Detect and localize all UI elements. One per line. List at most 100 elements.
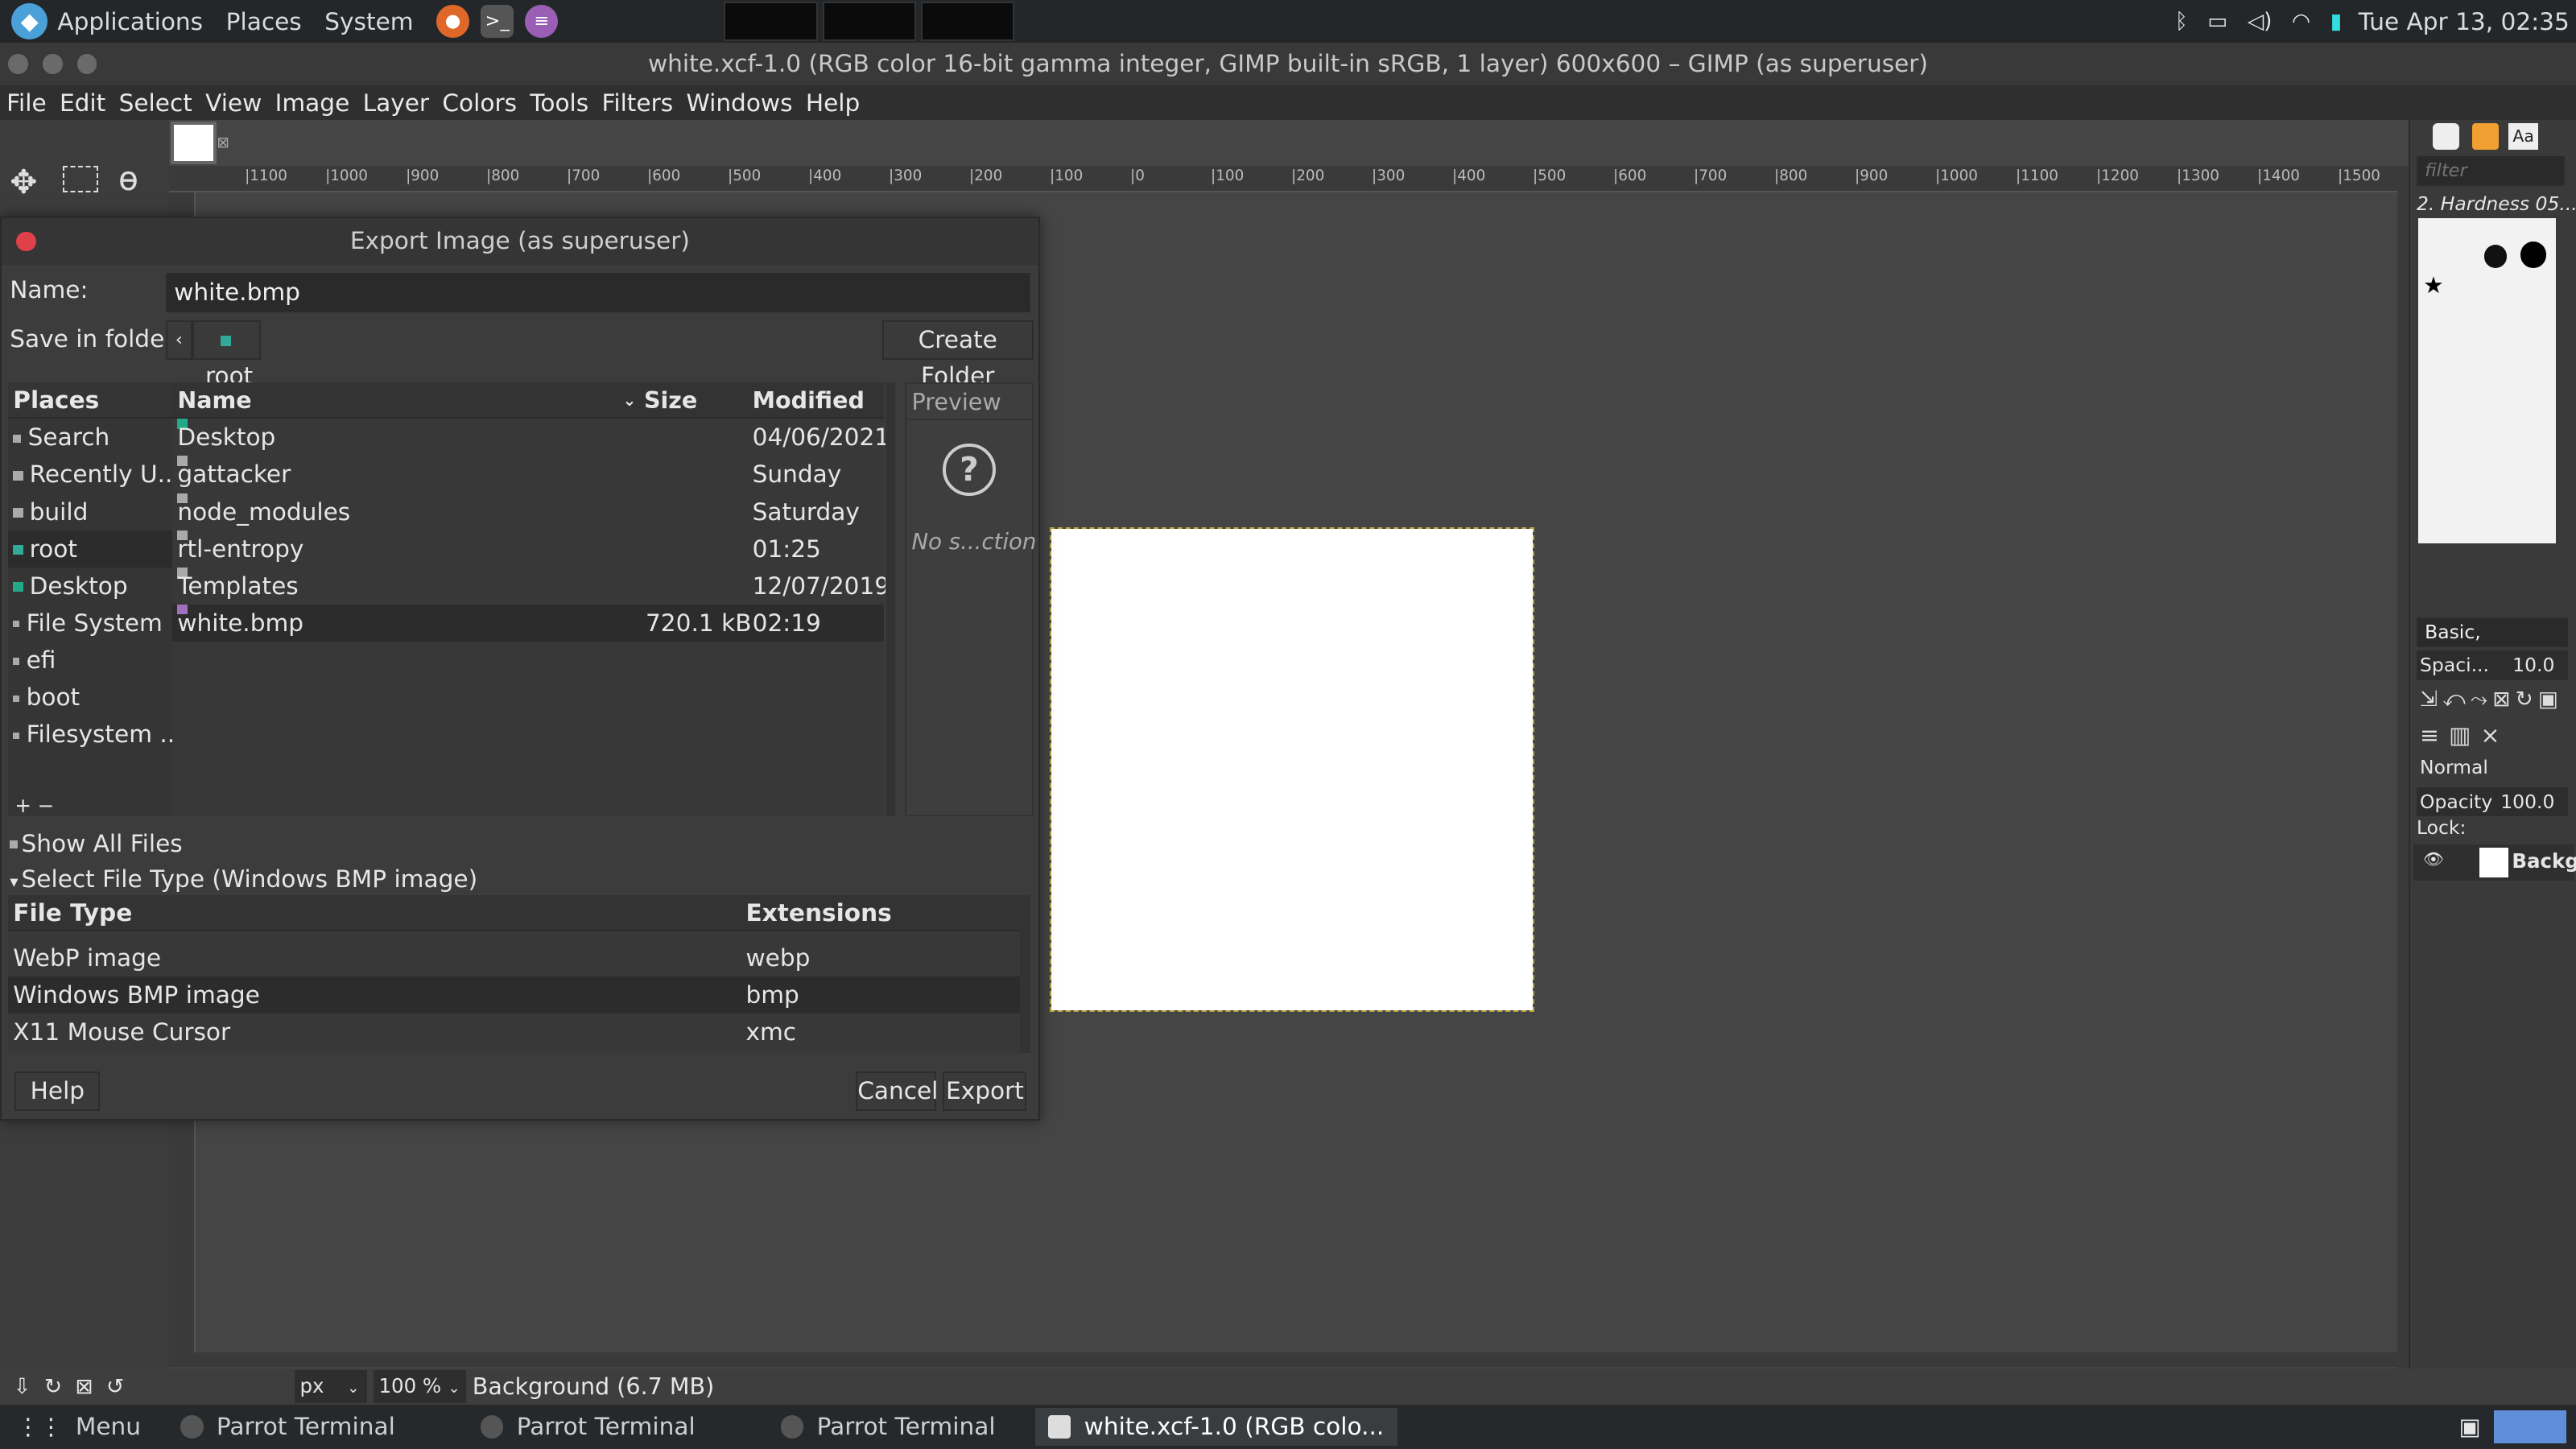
menu-filters[interactable]: Filters (595, 89, 679, 117)
taskbar-item[interactable]: Parrot Terminal (780, 1413, 996, 1440)
brush-hardness-icon[interactable] (2483, 245, 2508, 268)
parrot-logo-icon[interactable]: ◆ (11, 3, 48, 39)
show-all-files-checkbox[interactable]: Show All Files (10, 830, 183, 857)
file-row-selected[interactable]: white.bmp 720.1 kB 02:19 (172, 604, 884, 642)
layer-mode-select[interactable]: Normal (2420, 756, 2488, 778)
image-canvas[interactable] (1050, 527, 1535, 1013)
dialog-close-button[interactable] (16, 231, 36, 252)
wifi-icon[interactable]: ◠ (2292, 9, 2310, 34)
place-root[interactable]: root (8, 530, 173, 568)
brush-star-icon[interactable]: ★ (2423, 271, 2444, 299)
file-type-row[interactable]: WebP image webp (8, 939, 1022, 976)
text-editor-icon[interactable]: ≡ (525, 5, 559, 38)
place-recent[interactable]: Recently U... (8, 456, 172, 493)
brush-preset-select[interactable]: Basic, (2416, 617, 2568, 648)
file-row[interactable]: rtl-entropy 01:25 (172, 530, 884, 568)
layer-row[interactable]: 👁 Backgr (2413, 844, 2576, 881)
terminal-icon[interactable]: >_ (481, 5, 514, 38)
file-row[interactable]: gattacker Sunday (172, 456, 884, 493)
export-button[interactable]: Export (943, 1071, 1027, 1111)
menu-grid-icon[interactable]: ⋮⋮ (16, 1413, 62, 1440)
taskbar-item[interactable]: Parrot Terminal (180, 1413, 395, 1440)
lasso-tool-icon[interactable]: ɵ (118, 159, 138, 198)
place-filesystem[interactable]: File System (8, 605, 172, 642)
applications-menu[interactable]: Applications (57, 8, 203, 35)
brush-grid[interactable]: ★ (2418, 218, 2557, 544)
place-search[interactable]: Search (8, 419, 172, 456)
menu-file[interactable]: File (0, 89, 53, 117)
window-minimize-button[interactable] (43, 54, 63, 74)
zoom-select[interactable]: 100 % ⌄ (374, 1370, 466, 1403)
place-efi[interactable]: efi (8, 642, 172, 679)
file-type-row[interactable]: X11 Mouse Cursor xmc (8, 1013, 1022, 1051)
column-modified[interactable]: Modified (753, 382, 865, 419)
menu-help[interactable]: Help (799, 89, 867, 117)
file-list-scrollbar[interactable] (885, 382, 896, 817)
file-type-scrollbar[interactable] (1020, 895, 1030, 1054)
taskbar-item-active[interactable]: white.xcf-1.0 (RGB colo... (1034, 1408, 1397, 1446)
firefox-icon[interactable]: ● (436, 5, 469, 38)
fonts-tab-icon[interactable]: Aa (2508, 123, 2538, 150)
help-button[interactable]: Help (14, 1071, 101, 1111)
spacing-field[interactable]: Spaci... 10.0 (2416, 650, 2568, 680)
path-back-button[interactable]: ‹ (166, 320, 192, 360)
move-tool-icon[interactable]: ✥ (10, 163, 37, 201)
place-filesystem-2[interactable]: Filesystem ... (8, 716, 172, 753)
patterns-tab-icon[interactable] (2472, 123, 2499, 150)
brush-actions-icons[interactable]: ⇲⤺⤳⊠↻▣ (2420, 687, 2563, 712)
column-extensions[interactable]: Extensions (745, 895, 891, 931)
create-folder-button[interactable]: Create Folder (881, 320, 1034, 390)
taskbar-menu[interactable]: Menu (76, 1413, 141, 1440)
battery-icon[interactable]: ▮ (2330, 9, 2343, 34)
opacity-field[interactable]: Opacity 100.0 (2416, 786, 2568, 817)
vertical-scrollbar[interactable] (2396, 166, 2409, 1368)
column-size[interactable]: Size (644, 382, 697, 419)
brush-filter-input[interactable] (2416, 155, 2565, 186)
add-remove-place-buttons[interactable]: + − (14, 794, 54, 817)
display-icon[interactable]: ▭ (2207, 9, 2227, 34)
close-tab-icon[interactable]: ⊠ (217, 134, 229, 151)
layers-tab-icons[interactable]: ≡▥⨯ (2420, 721, 2510, 749)
status-action-icons[interactable]: ⇩↻⊠↺ (13, 1374, 137, 1399)
column-name[interactable]: Name (177, 382, 251, 419)
menu-edit[interactable]: Edit (53, 89, 113, 117)
menu-windows[interactable]: Windows (679, 89, 799, 117)
menu-tools[interactable]: Tools (523, 89, 595, 117)
place-build[interactable]: build (8, 493, 172, 530)
rect-select-tool-icon[interactable] (62, 166, 99, 192)
brushes-tab-icon[interactable] (2433, 123, 2460, 150)
workspace-switcher[interactable] (2493, 1410, 2566, 1443)
layer-visibility-icon[interactable]: 👁 (2423, 849, 2444, 869)
window-maximize-button[interactable] (76, 54, 97, 74)
bluetooth-icon[interactable]: ᛒ (2175, 9, 2188, 34)
image-tab-thumbnail[interactable] (171, 122, 217, 165)
file-row[interactable]: Desktop 04/06/2021 (172, 419, 890, 456)
file-type-row-selected[interactable]: Windows BMP image bmp (8, 976, 1022, 1014)
place-boot[interactable]: boot (8, 679, 172, 716)
layer-name[interactable]: Backgr (2512, 849, 2576, 873)
volume-icon[interactable]: ◁) (2248, 9, 2273, 34)
menu-select[interactable]: Select (112, 89, 199, 117)
menu-layer[interactable]: Layer (356, 89, 436, 117)
horizontal-scrollbar[interactable] (169, 1352, 2397, 1367)
unit-select[interactable]: px ⌄ (295, 1370, 368, 1403)
column-file-type[interactable]: File Type (13, 895, 132, 931)
system-menu[interactable]: System (324, 8, 413, 35)
taskbar-item[interactable]: Parrot Terminal (480, 1413, 696, 1440)
file-row[interactable]: node_modules Saturday (172, 493, 884, 530)
sort-chevron-icon[interactable]: ⌄ (622, 382, 636, 419)
select-file-type-expander[interactable]: ▾ Select File Type (Windows BMP image) (10, 865, 477, 893)
menu-colors[interactable]: Colors (436, 89, 523, 117)
window-close-button[interactable] (8, 54, 28, 74)
menu-view[interactable]: View (199, 89, 269, 117)
filename-input[interactable] (166, 272, 1030, 312)
cancel-button[interactable]: Cancel (856, 1071, 938, 1111)
places-menu[interactable]: Places (226, 8, 302, 35)
show-desktop-icon[interactable]: ▣ (2459, 1413, 2481, 1440)
menu-image[interactable]: Image (268, 89, 356, 117)
place-desktop[interactable]: Desktop (8, 568, 172, 605)
path-root-button[interactable]: root (192, 320, 262, 390)
file-row[interactable]: Templates 12/07/2019 (172, 567, 890, 605)
clock[interactable]: Tue Apr 13, 02:35 (2359, 8, 2570, 35)
brush-round-icon[interactable] (2520, 241, 2547, 268)
